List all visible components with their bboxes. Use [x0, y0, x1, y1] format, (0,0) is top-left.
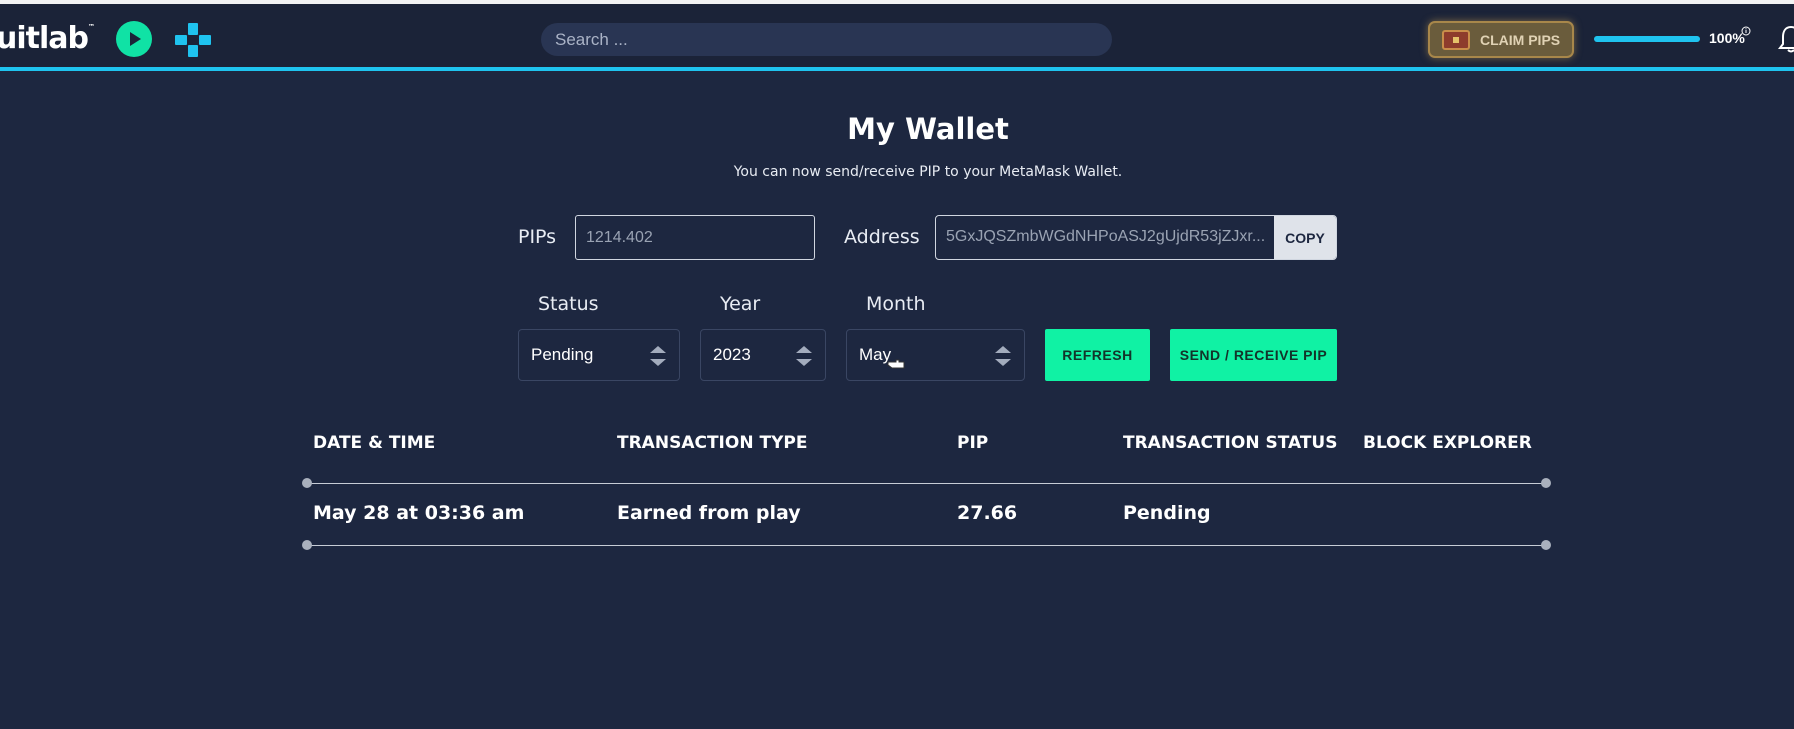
bell-icon[interactable] [1778, 24, 1794, 54]
cell-date-time: May 28 at 03:36 am [313, 502, 525, 524]
updown-arrows-icon [796, 346, 812, 366]
pips-field[interactable] [575, 215, 815, 260]
year-label: Year [720, 293, 761, 315]
logo[interactable]: uitlab™ [0, 21, 95, 56]
month-label: Month [866, 293, 926, 315]
claim-pips-button[interactable]: CLAIM PIPS [1428, 21, 1574, 58]
search-bar[interactable] [541, 23, 1112, 56]
play-circle-icon[interactable] [116, 21, 152, 57]
address-label: Address [844, 226, 920, 248]
progress-fill [1594, 36, 1700, 42]
header-transaction-status: TRANSACTION STATUS [1123, 433, 1338, 453]
header-divider [0, 67, 1794, 71]
logo-trademark: ™ [87, 23, 95, 31]
year-select-value: 2023 [713, 345, 751, 364]
search-input[interactable] [541, 23, 1112, 56]
header-transaction-type: TRANSACTION TYPE [617, 433, 808, 453]
top-nav-bar: uitlab™ CLAIM PIPS 100% [0, 4, 1794, 68]
divider-dot [302, 478, 312, 488]
divider-dot [1541, 540, 1551, 550]
status-select[interactable]: Pending [518, 329, 680, 381]
address-value: 5GxJQSZmbWGdNHPoASJ2gUjdR53jZJxr... [946, 228, 1266, 245]
progress-percent: 100% [1709, 30, 1745, 46]
treasure-chest-icon [1442, 30, 1470, 50]
gamepad-icon[interactable] [173, 21, 213, 59]
header-block-explorer: BLOCK EXPLORER [1363, 433, 1532, 453]
cell-transaction-type: Earned from play [617, 502, 801, 524]
claim-pips-label: CLAIM PIPS [1480, 32, 1561, 48]
table-divider [307, 545, 1547, 546]
status-select-value: Pending [531, 345, 594, 364]
info-icon[interactable] [1741, 26, 1751, 36]
page-title: My Wallet [847, 112, 1009, 146]
cell-transaction-status: Pending [1123, 502, 1211, 524]
table-divider [307, 483, 1547, 484]
address-field[interactable]: 5GxJQSZmbWGdNHPoASJ2gUjdR53jZJxr... COPY [935, 215, 1337, 260]
divider-dot [1541, 478, 1551, 488]
hand-cursor-icon [887, 359, 905, 369]
energy-progress-bar [1594, 36, 1700, 42]
send-receive-button[interactable]: SEND / RECEIVE PIP [1170, 329, 1337, 381]
cell-pip: 27.66 [957, 502, 1018, 524]
status-label: Status [538, 293, 599, 315]
refresh-button[interactable]: REFRESH [1045, 329, 1150, 381]
header-date-time: DATE & TIME [313, 433, 436, 453]
updown-arrows-icon [650, 346, 666, 366]
divider-dot [302, 540, 312, 550]
year-select[interactable]: 2023 [700, 329, 826, 381]
header-pip: PIP [957, 433, 989, 453]
pips-label: PIPs [518, 226, 557, 248]
logo-text: uitlab [0, 21, 89, 56]
copy-button[interactable]: COPY [1274, 216, 1336, 259]
month-select[interactable]: May [846, 329, 1025, 381]
updown-arrows-icon [995, 346, 1011, 366]
page-subtitle: You can now send/receive PIP to your Met… [733, 164, 1123, 180]
